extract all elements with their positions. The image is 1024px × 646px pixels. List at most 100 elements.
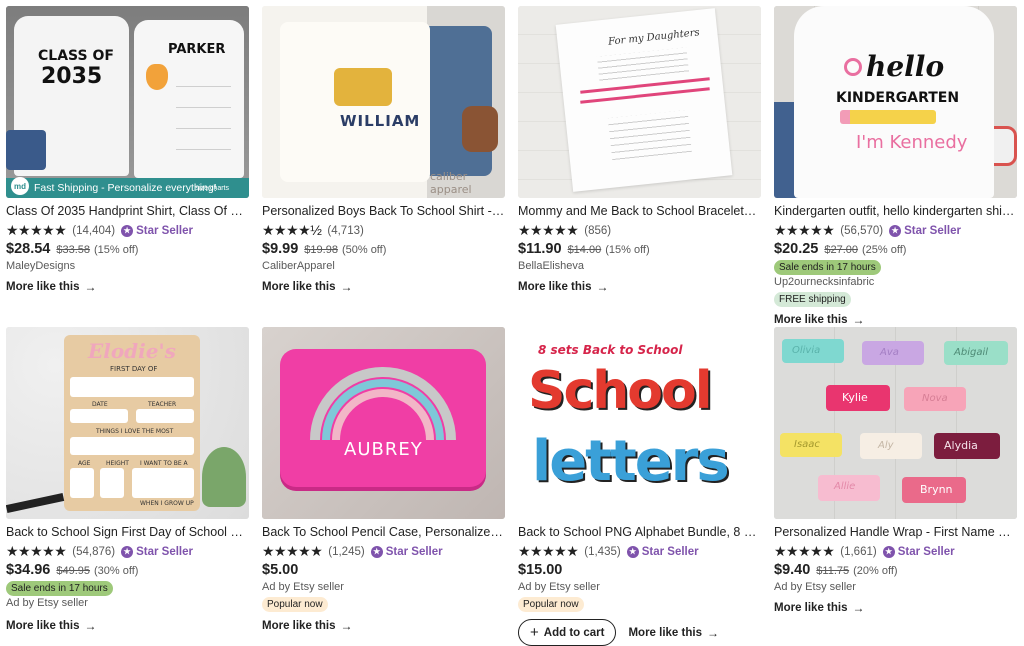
review-count: (4,713)	[327, 224, 364, 237]
shop-name[interactable]: CaliberApparel	[262, 260, 505, 273]
sale-price: $11.90	[518, 241, 562, 257]
popular-badge: Popular now	[518, 597, 584, 612]
review-count: (56,570)	[840, 224, 884, 237]
more-like-this-link[interactable]: More like this →	[6, 280, 249, 294]
listing-image[interactable]: CLASS OF 2035 PARKER Fast Shipping - Per…	[6, 6, 249, 198]
listing-title[interactable]: Back to School PNG Alphabet Bundle, 8 Se…	[518, 524, 761, 540]
price-row: $9.99 $19.98 (50% off)	[262, 241, 505, 257]
shop-name[interactable]: MaleyDesigns	[6, 260, 249, 273]
listing-card[interactable]: WILLIAM caliber apparel Personalized Boy…	[262, 6, 505, 324]
price-row: $34.96 $49.95 (30% off)	[6, 562, 249, 578]
listing-card[interactable]: hello KINDERGARTEN I'm Kennedy Kindergar…	[774, 6, 1017, 327]
rating-row: ★★★★★ (14,404) ★ Star Seller	[6, 223, 249, 238]
star-seller-badge: ★ Star Seller	[626, 545, 699, 558]
listing-image[interactable]: 8 sets Back to School School letters	[518, 327, 761, 519]
listing-image[interactable]: WILLIAM caliber apparel	[262, 6, 505, 198]
star-rating: ★★★★★	[774, 543, 835, 559]
listing-image[interactable]: hello KINDERGARTEN I'm Kennedy	[774, 6, 1017, 198]
star-seller-badge: ★ Star Seller	[121, 545, 193, 558]
sign-text: DATE	[92, 401, 108, 408]
listing-card[interactable]: Elodie's FIRST DAY OF DATE TEACHER THING…	[6, 327, 249, 645]
star-rating: ★★★★★	[774, 222, 835, 238]
wrap-name: Alydia	[944, 439, 978, 452]
pencil-icon	[840, 110, 936, 124]
discount-percent: (15% off)	[94, 244, 139, 256]
listing-image[interactable]: Elodie's FIRST DAY OF DATE TEACHER THING…	[6, 327, 249, 519]
more-like-this-link[interactable]: More like this →	[628, 626, 719, 640]
free-shipping-badge: FREE shipping	[774, 292, 851, 307]
star-seller-badge: ★ Star Seller	[889, 224, 961, 237]
sale-price: $9.40	[774, 562, 811, 578]
more-like-this-link[interactable]: More like this →	[6, 619, 249, 633]
sign-text: THINGS I LOVE THE MOST	[96, 428, 174, 435]
listing-card[interactable]: Olivia Ava Abigail Kylie Nova Isaac Aly …	[774, 327, 1017, 645]
listing-image[interactable]: Olivia Ava Abigail Kylie Nova Isaac Aly …	[774, 327, 1017, 519]
listing-title[interactable]: Kindergarten outfit, hello kindergarten …	[774, 203, 1017, 219]
wrap-name: Nova	[922, 393, 948, 404]
sale-price: $5.00	[262, 562, 299, 578]
listing-card[interactable]: CLASS OF 2035 PARKER Fast Shipping - Per…	[6, 6, 249, 324]
popular-badge: Popular now	[262, 597, 328, 612]
rating-row: ★★★★★ (54,876) ★ Star Seller	[6, 544, 249, 559]
add-to-cart-button[interactable]: + Add to cart	[518, 619, 617, 646]
original-price: $33.58	[56, 244, 91, 256]
sign-text: FIRST DAY OF	[110, 365, 158, 373]
original-price: $19.98	[304, 244, 338, 256]
sale-price: $9.99	[262, 241, 299, 257]
listing-card[interactable]: 8 sets Back to School School letters Bac…	[518, 327, 761, 646]
star-seller-icon: ★	[882, 545, 895, 558]
rating-row: ★★★★★ (56,570) ★ Star Seller	[774, 223, 1017, 238]
handprint-icon	[146, 64, 168, 90]
shop-name[interactable]: BellaElisheva	[518, 260, 761, 273]
star-rating: ★★★★★	[518, 543, 579, 559]
wrap-name: Olivia	[792, 345, 821, 356]
price-row: $28.54 $33.58 (15% off)	[6, 241, 249, 257]
star-seller-icon: ★	[370, 545, 383, 558]
listing-title[interactable]: Back to School Sign First Day of School …	[6, 524, 249, 540]
watermark-text: caliber apparel	[430, 170, 472, 196]
star-rating: ★★★★★	[518, 222, 579, 238]
listing-title[interactable]: Personalized Boys Back To School Shirt -…	[262, 203, 505, 219]
listing-title[interactable]: Personalized Handle Wrap - First Name or…	[774, 524, 1017, 540]
listing-image[interactable]: AUBREY	[262, 327, 505, 519]
listing-card[interactable]: For my Daughters Mommy and Me Back to Sc…	[518, 6, 761, 324]
sale-price: $34.96	[6, 562, 51, 578]
more-like-this-link[interactable]: More like this →	[262, 619, 505, 633]
discount-percent: (50% off)	[341, 244, 387, 256]
sale-badge: Sale ends in 17 hours	[774, 260, 881, 275]
original-price: $49.95	[56, 565, 91, 577]
wrap-name: Abigail	[954, 347, 988, 358]
arrow-right-icon: →	[852, 601, 865, 615]
review-count: (1,435)	[584, 545, 621, 558]
ad-label: Ad by Etsy seller	[518, 581, 600, 593]
original-price: $11.75	[816, 565, 850, 577]
bundle-text: School	[528, 361, 713, 421]
star-seller-icon: ★	[121, 224, 134, 237]
arrow-right-icon: →	[852, 313, 865, 327]
review-count: (1,245)	[328, 545, 365, 558]
original-price: $14.00	[567, 244, 602, 256]
wrap-name: Allie	[834, 481, 856, 492]
review-count: (14,404)	[72, 224, 116, 237]
more-like-this-link[interactable]: More like this →	[774, 601, 1017, 615]
rating-row: ★★★★★ (1,435) ★ Star Seller	[518, 544, 761, 559]
more-like-this-link[interactable]: More like this →	[262, 280, 505, 294]
listing-card[interactable]: AUBREY Back To School Pencil Case, Perso…	[262, 327, 505, 645]
more-like-this-link[interactable]: More like this →	[774, 313, 1017, 327]
listing-title[interactable]: Class Of 2035 Handprint Shirt, Class Of …	[6, 203, 249, 219]
ad-label: Ad by Etsy seller	[262, 581, 344, 593]
listing-title[interactable]: Mommy and Me Back to School Bracelets, F…	[518, 203, 761, 219]
listing-image[interactable]: For my Daughters	[518, 6, 761, 198]
shirt-text: CLASS OF	[38, 48, 114, 64]
shop-name[interactable]: Up2ournecksinfabric	[774, 276, 1017, 289]
shirt-text: KINDERGARTEN	[836, 90, 960, 106]
discount-percent: (15% off)	[605, 244, 650, 256]
star-rating: ★★★★★	[6, 222, 67, 238]
bundle-heading: 8 sets Back to School	[538, 343, 683, 357]
more-like-this-link[interactable]: More like this →	[518, 280, 761, 294]
star-rating: ★★★★★	[6, 543, 67, 559]
dump-truck-icon	[334, 68, 392, 106]
arrow-right-icon: →	[340, 619, 353, 633]
listing-title[interactable]: Back To School Pencil Case, Personalized…	[262, 524, 505, 540]
star-seller-icon: ★	[121, 545, 134, 558]
